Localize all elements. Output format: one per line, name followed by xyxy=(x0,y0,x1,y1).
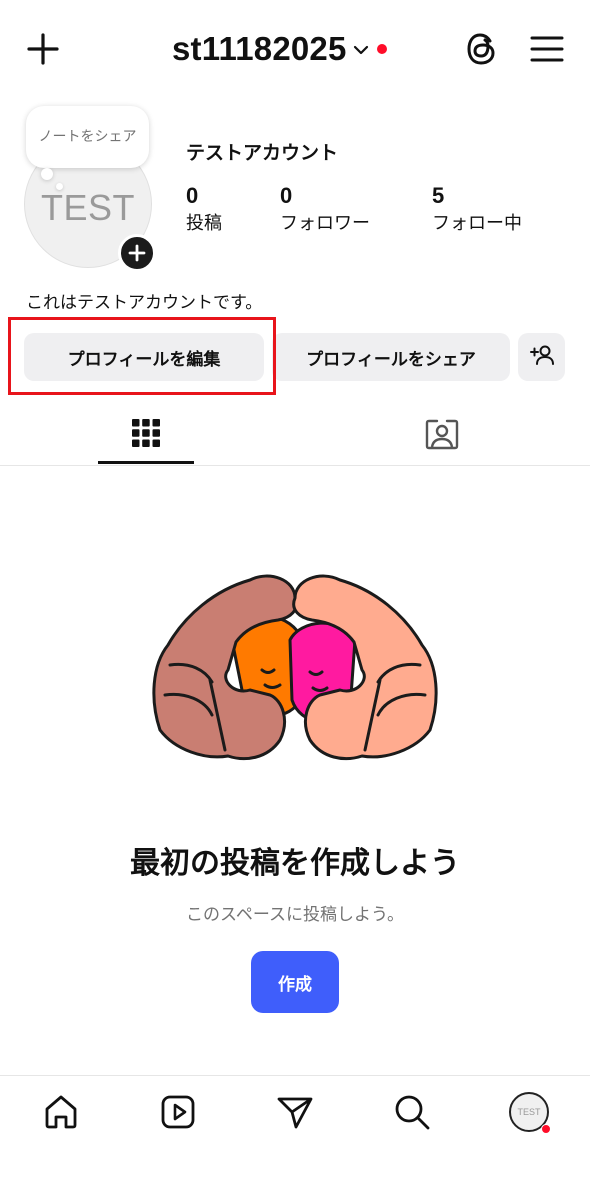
following-count: 5 xyxy=(432,183,445,208)
empty-state-title: 最初の投稿を作成しよう xyxy=(130,846,460,881)
share-profile-button[interactable]: プロフィールをシェア xyxy=(272,333,510,381)
following-label: フォロー中 xyxy=(432,213,522,234)
home-icon[interactable] xyxy=(39,1090,83,1134)
tab-tagged[interactable] xyxy=(394,408,490,464)
account-switcher[interactable]: st11182025 xyxy=(172,26,387,72)
discover-people-button[interactable] xyxy=(518,333,565,381)
note-bubble-tail xyxy=(41,168,53,180)
note-placeholder: ノートをシェア xyxy=(38,129,137,145)
posts-label: 投稿 xyxy=(186,213,222,234)
profile-tab-avatar[interactable]: TEST xyxy=(507,1090,551,1134)
posts-count: 0 xyxy=(186,183,199,208)
tagged-person-icon xyxy=(425,418,459,454)
reels-icon[interactable] xyxy=(156,1090,200,1134)
followers-count: 0 xyxy=(280,183,293,208)
mini-avatar-text: TEST xyxy=(517,1107,541,1117)
threads-icon[interactable] xyxy=(462,28,502,70)
annotation-highlight-box xyxy=(8,317,276,395)
add-story-plus-icon[interactable] xyxy=(118,234,156,272)
create-post-button[interactable]: 作成 xyxy=(251,951,339,1013)
display-name: テストアカウント xyxy=(186,142,339,164)
add-person-icon xyxy=(529,344,555,371)
followers-label: フォロワー xyxy=(280,213,370,234)
profile-notification-dot xyxy=(541,1124,551,1134)
avatar-text: TEST xyxy=(40,187,135,228)
top-bar: st11182025 xyxy=(0,0,590,100)
tab-posts-grid[interactable] xyxy=(98,408,194,464)
username[interactable]: st11182025 xyxy=(172,30,347,68)
hamburger-menu-icon[interactable] xyxy=(526,28,568,70)
tabs-divider xyxy=(0,465,590,466)
chevron-down-icon[interactable] xyxy=(353,40,369,59)
followers-stat[interactable]: 0 フォロワー xyxy=(280,182,370,238)
notification-dot xyxy=(376,44,387,54)
profile-bio: これはテストアカウントです。 xyxy=(26,293,263,313)
create-plus-icon[interactable] xyxy=(22,28,64,70)
heart-hands-illustration xyxy=(150,570,440,770)
bottom-navigation: TEST xyxy=(0,1075,590,1200)
empty-state-subtitle: このスペースに投稿しよう。 xyxy=(186,905,404,925)
note-bubble[interactable]: ノートをシェア xyxy=(26,106,149,168)
search-icon[interactable] xyxy=(390,1090,434,1134)
direct-message-icon[interactable] xyxy=(273,1090,317,1134)
grid-icon xyxy=(131,418,161,452)
posts-stat[interactable]: 0 投稿 xyxy=(186,182,222,238)
note-bubble-tail-small xyxy=(56,183,63,190)
following-stat[interactable]: 5 フォロー中 xyxy=(432,182,522,238)
